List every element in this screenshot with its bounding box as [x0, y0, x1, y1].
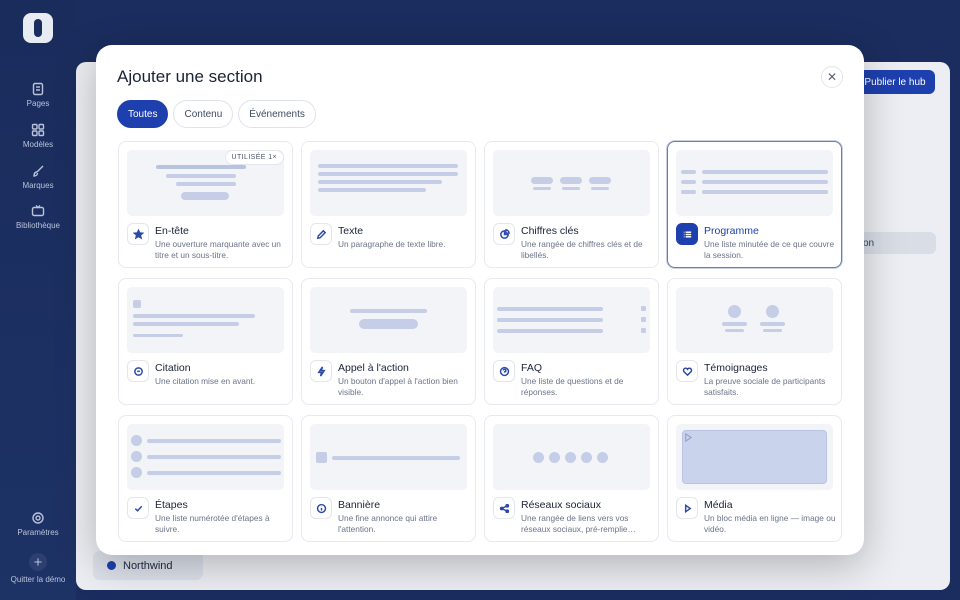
exit-icon	[29, 553, 47, 571]
sidebar-item-quit-demo[interactable]: Quitter la démo	[0, 553, 76, 584]
bolt-icon	[310, 360, 332, 382]
section-card-citation[interactable]: Citation Une citation mise en avant.	[118, 278, 293, 405]
sidebar-item-bibliotheque[interactable]: Bibliothèque	[0, 204, 76, 230]
section-card-appel-action[interactable]: Appel à l'action Un bouton d'appel à l'a…	[301, 278, 476, 405]
section-title: Témoignages	[704, 362, 768, 374]
section-description: Une liste numérotée d'étapes à suivre.	[155, 513, 270, 534]
workspace-selector[interactable]: Northwind	[93, 551, 203, 580]
brush-icon	[31, 164, 45, 178]
sidebar: Pages Modèles Marques Bibliothèque Param…	[0, 0, 76, 600]
tv-icon	[31, 204, 45, 218]
filter-chip-toutes[interactable]: Toutes	[117, 100, 169, 128]
section-card-temoignages[interactable]: Témoignages La preuve sociale de partici…	[667, 278, 842, 405]
list-icon	[676, 223, 698, 245]
section-title: Appel à l'action	[338, 362, 409, 374]
gear-icon	[31, 511, 45, 525]
section-description: La preuve sociale de participants satisf…	[704, 376, 826, 397]
section-description: Une liste de questions et de réponses.	[521, 376, 624, 397]
section-title: Étapes	[155, 499, 188, 511]
section-preview	[127, 424, 284, 490]
section-card-programme[interactable]: Programme Une liste minutée de ce que co…	[667, 141, 842, 268]
workspace-color-dot	[107, 561, 116, 570]
section-preview	[493, 424, 650, 490]
section-card-faq[interactable]: FAQ Une liste de questions et de réponse…	[484, 278, 659, 405]
chart-pie-icon	[493, 223, 515, 245]
app-logo[interactable]	[23, 13, 53, 43]
play-icon	[685, 433, 693, 442]
sidebar-item-parametres[interactable]: Paramètres	[0, 511, 76, 537]
section-preview	[310, 150, 467, 216]
section-card-chiffres-cles[interactable]: Chiffres clés Une rangée de chiffres clé…	[484, 141, 659, 268]
edit-icon	[310, 223, 332, 245]
section-card-media[interactable]: Média Un bloc média en ligne — image ou …	[667, 415, 842, 542]
filter-chip-evenements[interactable]: Événements	[238, 100, 316, 128]
section-preview	[310, 287, 467, 353]
filter-chip-contenu[interactable]: Contenu	[173, 100, 234, 128]
section-title: Bannière	[338, 499, 381, 511]
section-card-reseaux-sociaux[interactable]: Réseaux sociaux Une rangée de liens vers…	[484, 415, 659, 542]
check-icon	[127, 497, 149, 519]
section-description: Une ouverture marquante avec un titre et…	[155, 239, 281, 260]
usage-badge: Utilisée 1×	[224, 150, 284, 165]
section-title: FAQ	[521, 362, 543, 374]
section-title: Chiffres clés	[521, 225, 579, 237]
section-title: Média	[704, 499, 733, 511]
sidebar-item-label: Pages	[26, 99, 50, 108]
sidebar-item-modeles[interactable]: Modèles	[0, 123, 76, 149]
modal-title: Ajouter une section	[117, 67, 263, 86]
play-icon	[676, 497, 698, 519]
section-title: Programme	[704, 225, 759, 237]
info-icon	[310, 497, 332, 519]
section-preview	[676, 287, 833, 353]
section-description: Un bouton d'appel à l'action bien visibl…	[338, 376, 458, 397]
close-button[interactable]: ✕	[821, 66, 843, 88]
pages-icon	[31, 82, 45, 96]
filter-chips: Toutes Contenu Événements	[117, 100, 316, 128]
section-preview	[676, 150, 833, 216]
section-title: En-tête	[155, 225, 189, 237]
add-section-modal: Ajouter une section ✕ Toutes Contenu Évé…	[96, 45, 864, 555]
publish-button[interactable]: Publier le hub	[855, 70, 935, 94]
section-description: Une citation mise en avant.	[155, 376, 256, 386]
section-preview	[493, 150, 650, 216]
section-title: Citation	[155, 362, 191, 374]
sidebar-item-label: Marques	[22, 181, 54, 190]
section-description: Une rangée de chiffres clés et de libell…	[521, 239, 643, 260]
sidebar-item-marques[interactable]: Marques	[0, 164, 76, 190]
section-title: Texte	[338, 225, 364, 237]
section-description: Un bloc média en ligne — image ou vidéo.	[704, 513, 836, 534]
section-preview	[310, 424, 467, 490]
section-card-en-tete[interactable]: Utilisée 1× En-tête Une ouverture marqua…	[118, 141, 293, 268]
section-description: Un paragraphe de texte libre.	[338, 239, 446, 249]
sidebar-item-pages[interactable]: Pages	[0, 82, 76, 108]
section-description: Une rangée de liens vers vos réseaux soc…	[521, 513, 636, 534]
sidebar-item-label: Bibliothèque	[15, 221, 61, 230]
section-preview	[493, 287, 650, 353]
close-icon: ✕	[826, 70, 838, 84]
section-card-banniere[interactable]: Bannière Une fine annonce qui attire l'a…	[301, 415, 476, 542]
chat-icon	[127, 360, 149, 382]
sidebar-item-label: Modèles	[22, 140, 54, 149]
section-card-etapes[interactable]: Étapes Une liste numérotée d'étapes à su…	[118, 415, 293, 542]
section-description: Une liste minutée de ce que couvre la se…	[704, 239, 835, 260]
heart-icon	[676, 360, 698, 382]
grid-icon	[31, 123, 45, 137]
section-preview	[127, 287, 284, 353]
star-icon	[127, 223, 149, 245]
question-icon	[493, 360, 515, 382]
section-title: Réseaux sociaux	[521, 499, 601, 511]
section-card-texte[interactable]: Texte Un paragraphe de texte libre.	[301, 141, 476, 268]
section-description: Une fine annonce qui attire l'attention.	[338, 513, 438, 534]
sidebar-item-label: Paramètres	[17, 528, 59, 537]
section-preview	[676, 424, 833, 490]
share-icon	[493, 497, 515, 519]
workspace-label: Northwind	[123, 559, 173, 572]
sidebar-item-label: Quitter la démo	[10, 575, 66, 584]
section-grid: Utilisée 1× En-tête Une ouverture marqua…	[118, 141, 842, 542]
